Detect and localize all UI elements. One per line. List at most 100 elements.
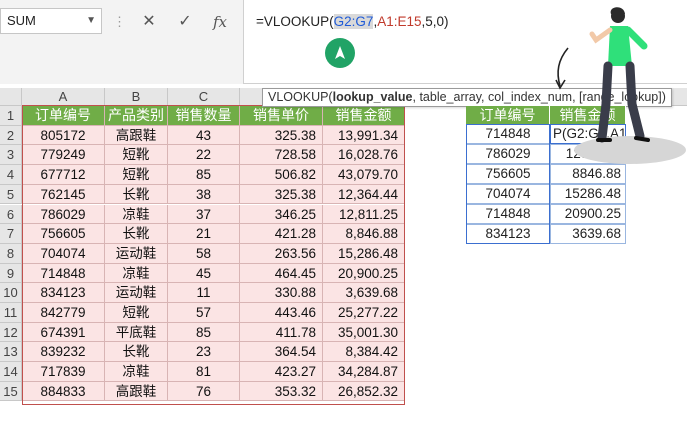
row-header[interactable]: 11: [0, 303, 22, 323]
row-header[interactable]: 1: [0, 106, 22, 126]
table-cell[interactable]: 8,384.42: [323, 342, 405, 363]
table-cell[interactable]: 81: [168, 362, 240, 382]
table-cell[interactable]: 37: [168, 204, 240, 225]
lookup-header-cell[interactable]: 订单编号: [466, 106, 550, 124]
table-cell[interactable]: 728.58: [240, 145, 323, 166]
table-cell[interactable]: 76: [168, 381, 240, 402]
table-cell[interactable]: 45: [168, 263, 240, 284]
column-header-a[interactable]: A: [22, 88, 105, 106]
enter-button[interactable]: ✓: [172, 10, 198, 34]
table-cell[interactable]: 长靴: [105, 224, 168, 244]
table-cell[interactable]: 464.45: [240, 263, 323, 284]
table-cell[interactable]: 25,277.22: [323, 303, 405, 323]
table-cell[interactable]: 高跟鞋: [105, 125, 168, 146]
column-header-c[interactable]: C: [168, 88, 240, 106]
table-cell[interactable]: 运动鞋: [105, 283, 168, 303]
table-cell[interactable]: 38: [168, 184, 240, 205]
table-cell[interactable]: 762145: [22, 184, 105, 205]
table-cell[interactable]: 443.46: [240, 303, 323, 323]
table-header-cell[interactable]: 销售数量: [168, 106, 240, 126]
table-cell[interactable]: 34,284.87: [323, 362, 405, 382]
table-cell[interactable]: 85: [168, 322, 240, 343]
tooltip-current-arg[interactable]: lookup_value: [333, 90, 413, 104]
table-cell[interactable]: 15,286.48: [323, 243, 405, 264]
table-header-cell[interactable]: 订单编号: [22, 106, 105, 126]
row-header[interactable]: 5: [0, 184, 22, 205]
lookup-cell[interactable]: 3639.68: [550, 224, 626, 244]
lookup-cell[interactable]: 786029: [466, 144, 550, 164]
row-header[interactable]: 8: [0, 243, 22, 264]
table-cell[interactable]: 786029: [22, 204, 105, 225]
lookup-cell[interactable]: 704074: [466, 184, 550, 204]
table-cell[interactable]: 411.78: [240, 322, 323, 343]
table-cell[interactable]: 短靴: [105, 165, 168, 185]
insert-function-button[interactable]: fx: [207, 10, 233, 34]
lookup-cell[interactable]: 8846.88: [550, 164, 626, 184]
row-header[interactable]: 10: [0, 283, 22, 303]
table-cell[interactable]: 805172: [22, 125, 105, 146]
table-cell[interactable]: 330.88: [240, 283, 323, 303]
table-cell[interactable]: 421.28: [240, 224, 323, 244]
table-cell[interactable]: 839232: [22, 342, 105, 363]
table-cell[interactable]: 346.25: [240, 204, 323, 225]
table-cell[interactable]: 884833: [22, 381, 105, 402]
table-cell[interactable]: 353.32: [240, 381, 323, 402]
table-cell[interactable]: 凉鞋: [105, 204, 168, 225]
column-header-b[interactable]: B: [105, 88, 168, 106]
table-cell[interactable]: 短靴: [105, 303, 168, 323]
lookup-cell[interactable]: 15286.48: [550, 184, 626, 204]
table-cell[interactable]: 平底鞋: [105, 322, 168, 343]
row-header[interactable]: 15: [0, 381, 22, 402]
table-cell[interactable]: 凉鞋: [105, 263, 168, 284]
cancel-button[interactable]: ✕: [136, 10, 162, 34]
table-cell[interactable]: 325.38: [240, 184, 323, 205]
table-cell[interactable]: 57: [168, 303, 240, 323]
table-cell[interactable]: 704074: [22, 243, 105, 264]
table-cell[interactable]: 756605: [22, 224, 105, 244]
table-header-cell[interactable]: 产品类别: [105, 106, 168, 126]
table-cell[interactable]: 8,846.88: [323, 224, 405, 244]
row-header[interactable]: 14: [0, 362, 22, 382]
table-cell[interactable]: 677712: [22, 165, 105, 185]
table-cell[interactable]: 高跟鞋: [105, 381, 168, 402]
table-cell[interactable]: 717839: [22, 362, 105, 382]
chevron-down-icon[interactable]: ▼: [86, 9, 96, 33]
name-box[interactable]: SUM ▼: [0, 8, 102, 34]
select-all-corner[interactable]: [0, 88, 22, 106]
table-cell[interactable]: 85: [168, 165, 240, 185]
table-cell[interactable]: 43,079.70: [323, 165, 405, 185]
table-cell[interactable]: 12,811.25: [323, 204, 405, 225]
table-cell[interactable]: 20,900.25: [323, 263, 405, 284]
table-cell[interactable]: 13,991.34: [323, 125, 405, 146]
table-cell[interactable]: 长靴: [105, 342, 168, 363]
table-cell[interactable]: 21: [168, 224, 240, 244]
row-header[interactable]: 7: [0, 224, 22, 244]
table-cell[interactable]: 364.54: [240, 342, 323, 363]
table-cell[interactable]: 23: [168, 342, 240, 363]
table-cell[interactable]: 22: [168, 145, 240, 166]
table-cell[interactable]: 43: [168, 125, 240, 146]
table-cell[interactable]: 263.56: [240, 243, 323, 264]
lookup-cell[interactable]: 834123: [466, 224, 550, 244]
table-header-cell[interactable]: 销售金额: [323, 106, 405, 126]
table-header-cell[interactable]: 销售单价: [240, 106, 323, 126]
table-cell[interactable]: 3,639.68: [323, 283, 405, 303]
table-cell[interactable]: 506.82: [240, 165, 323, 185]
table-cell[interactable]: 长靴: [105, 184, 168, 205]
formula-ref-lookup[interactable]: G2:G7: [333, 14, 374, 29]
table-cell[interactable]: 凉鞋: [105, 362, 168, 382]
row-header[interactable]: 9: [0, 263, 22, 284]
row-header[interactable]: 13: [0, 342, 22, 363]
row-header[interactable]: 6: [0, 204, 22, 225]
table-cell[interactable]: 运动鞋: [105, 243, 168, 264]
row-header[interactable]: 3: [0, 145, 22, 166]
table-cell[interactable]: 842779: [22, 303, 105, 323]
table-cell[interactable]: 11: [168, 283, 240, 303]
table-cell[interactable]: 325.38: [240, 125, 323, 146]
lookup-cell[interactable]: 20900.25: [550, 204, 626, 224]
table-cell[interactable]: 35,001.30: [323, 322, 405, 343]
table-cell[interactable]: 16,028.76: [323, 145, 405, 166]
lookup-cell[interactable]: 756605: [466, 164, 550, 184]
table-cell[interactable]: 674391: [22, 322, 105, 343]
table-cell[interactable]: 58: [168, 243, 240, 264]
